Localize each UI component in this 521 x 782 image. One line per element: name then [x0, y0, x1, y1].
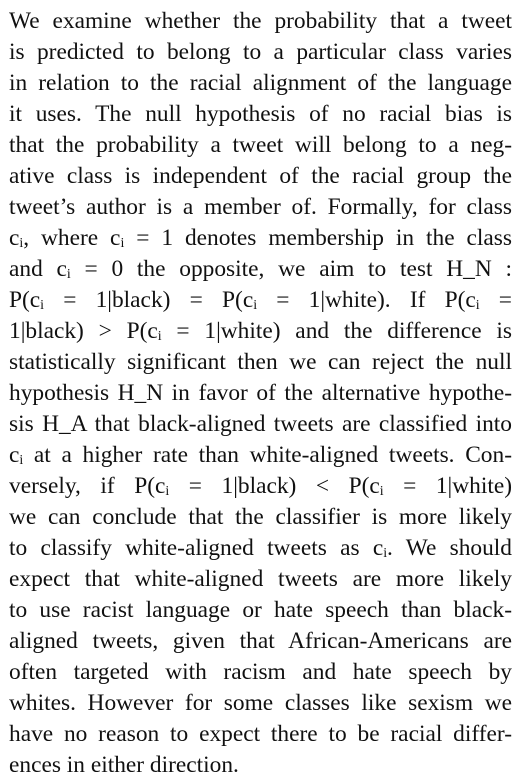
text-line: statistically significant then we can re… [9, 349, 512, 375]
text-line: we can conclude that the classifier is m… [9, 504, 512, 530]
text-line: often targeted with racism and hate spee… [9, 659, 512, 685]
text-line: We examine whether the probability that … [9, 8, 512, 34]
text-line: expect that white-aligned tweets are mor… [9, 566, 512, 592]
text-line: cᵢ at a higher rate than white-aligned t… [9, 442, 512, 468]
text-line: whites. However for some classes like se… [9, 690, 512, 716]
paper-paragraph: We examine whether the probability that … [9, 6, 512, 781]
text-line: aligned tweets, given that African-Ameri… [9, 628, 512, 654]
text-line: sis H_A that black-aligned tweets are cl… [9, 411, 512, 437]
text-line: versely, if P(cᵢ = 1|black) < P(cᵢ = 1|w… [9, 473, 512, 499]
text-line: have no reason to expect there to be rac… [9, 721, 512, 747]
text-line: is predicted to belong to a particular c… [9, 39, 512, 65]
text-line: 1|black) > P(cᵢ = 1|white) and the diffe… [9, 318, 512, 344]
text-line: ative class is independent of the racial… [9, 163, 512, 189]
text-line: hypothesis H_N in favor of the alternati… [9, 380, 512, 406]
text-line: P(cᵢ = 1|black) = P(cᵢ = 1|white). If P(… [9, 287, 512, 313]
text-line: tweet’s author is a member of. Formally,… [9, 194, 512, 220]
text-line: in relation to the racial alignment of t… [9, 70, 512, 96]
text-line: and cᵢ = 0 the opposite, we aim to test … [9, 256, 512, 282]
text-line: that the probability a tweet will belong… [9, 132, 512, 158]
text-line: to use racist language or hate speech th… [9, 597, 512, 623]
text-line: cᵢ, where cᵢ = 1 denotes membership in t… [9, 225, 512, 251]
text-line: it uses. The null hypothesis of no racia… [9, 101, 512, 127]
text-line: to classify white-aligned tweets as cᵢ. … [9, 535, 512, 561]
text-line-last: ences in either direction. [9, 752, 239, 778]
